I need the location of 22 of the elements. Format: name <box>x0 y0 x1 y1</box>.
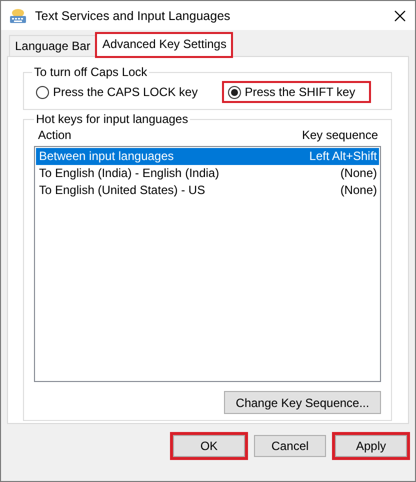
dialog-button[interactable]: Cancel <box>254 435 326 457</box>
table-cell: To English (India) - English (India) <box>39 165 220 182</box>
dialog-button[interactable]: OK <box>173 435 245 457</box>
dialog-button[interactable]: Apply <box>335 435 407 457</box>
radio-label[interactable]: Press the SHIFT key <box>244 85 356 99</box>
column-header: Key sequence <box>302 128 378 142</box>
tab[interactable]: Advanced Key Settings <box>96 33 232 57</box>
group-title: To turn off Caps Lock <box>33 65 148 79</box>
radio-label[interactable]: Press the CAPS LOCK key <box>53 85 198 99</box>
list-row[interactable]: To English (India) - English (India) (None) <box>36 165 379 182</box>
group-title: Hot keys for input languages <box>35 112 190 126</box>
table-cell: (None) <box>340 182 377 199</box>
column-header: Action <box>38 128 72 142</box>
table-cell: (None) <box>340 165 377 182</box>
list-row[interactable]: To English (United States) - US (None) <box>36 182 379 199</box>
change-key-sequence-button[interactable]: Change Key Sequence... <box>224 391 381 414</box>
tab[interactable]: Language Bar <box>9 35 96 56</box>
table-cell: Between input languages <box>39 148 174 165</box>
table-cell: Left Alt+Shift <box>309 148 377 165</box>
window-title: Text Services and Input Languages <box>35 8 230 22</box>
list-row[interactable]: Between input languages Left Alt+Shift <box>36 148 379 165</box>
table-cell: To English (United States) - US <box>39 182 206 199</box>
